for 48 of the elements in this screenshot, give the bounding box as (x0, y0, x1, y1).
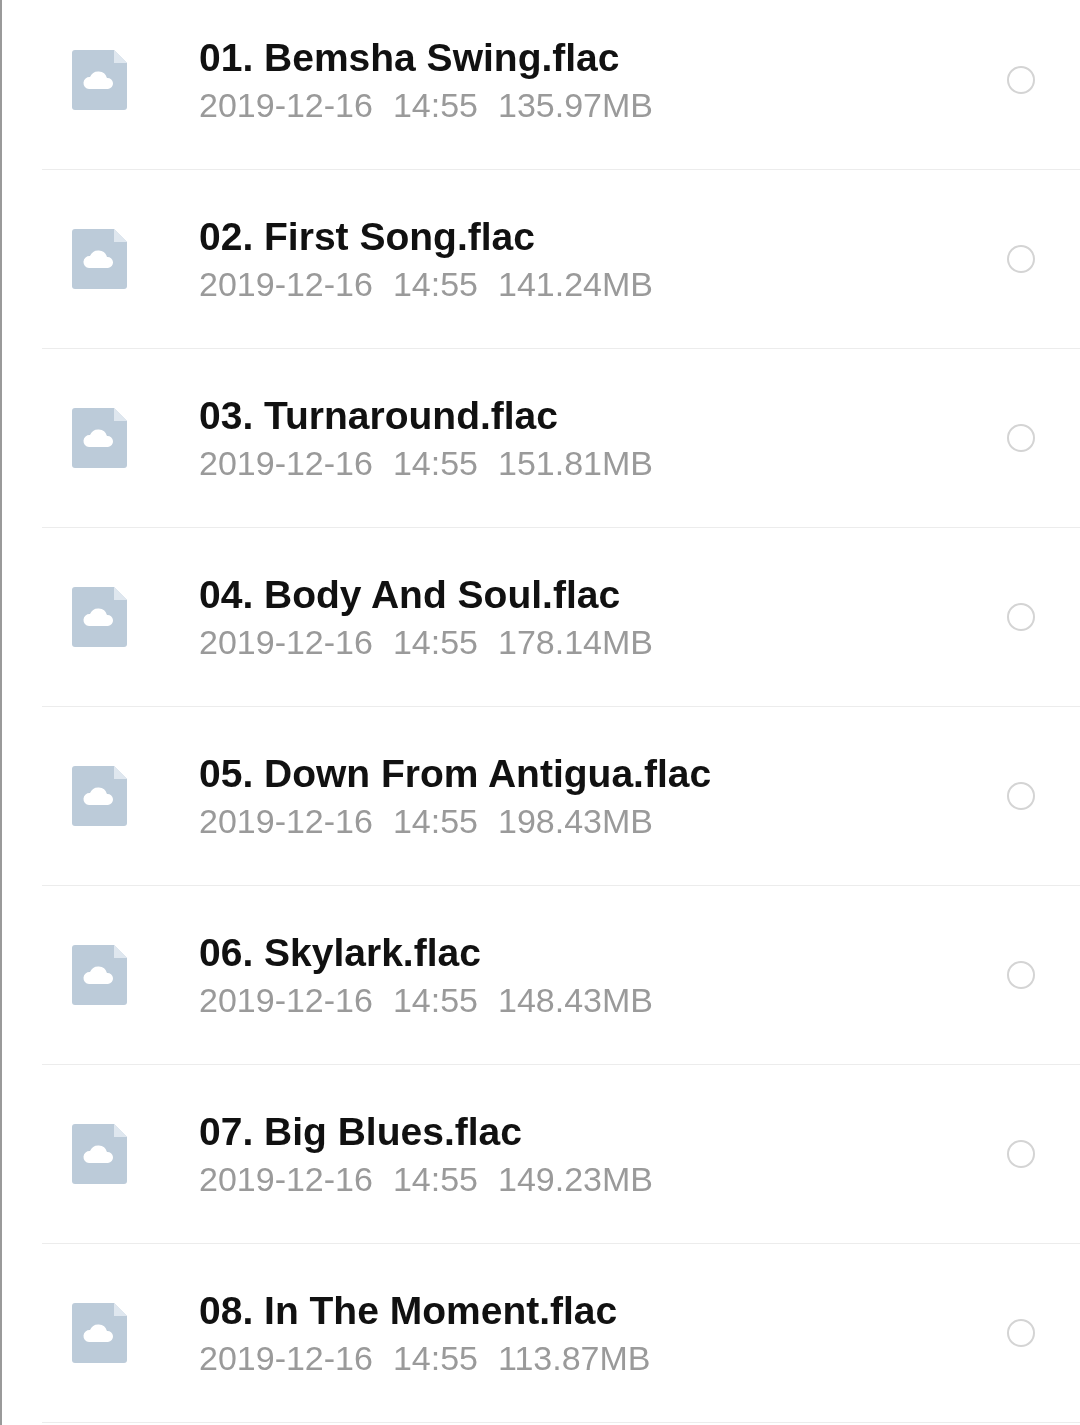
file-size: 149.23MB (498, 1159, 653, 1199)
cloud-file-icon (72, 945, 127, 1005)
file-size: 198.43MB (498, 801, 653, 841)
select-radio[interactable] (1007, 245, 1035, 273)
file-time: 14:55 (392, 443, 478, 483)
file-time: 14:55 (392, 1338, 478, 1378)
file-date: 2019-12-16 (199, 1159, 373, 1199)
file-size: 113.87MB (498, 1338, 651, 1378)
file-name: 04. Body And Soul.flac (199, 572, 622, 617)
cloud-file-icon (72, 50, 127, 110)
file-size: 151.81MB (498, 443, 653, 483)
file-name: 03. Turnaround.flac (199, 393, 559, 438)
cloud-file-icon (72, 1124, 127, 1184)
file-size: 135.97MB (498, 85, 653, 125)
cloud-file-icon (72, 229, 127, 289)
file-size: 141.24MB (498, 264, 653, 304)
file-time: 14:55 (392, 1159, 478, 1199)
cloud-file-icon (72, 766, 127, 826)
file-name: 05. Down From Antigua.flac (199, 751, 713, 796)
file-time: 14:55 (392, 980, 478, 1020)
file-date: 2019-12-16 (199, 1338, 373, 1378)
cloud-file-icon (72, 587, 127, 647)
select-radio[interactable] (1007, 1319, 1035, 1347)
file-date: 2019-12-16 (199, 622, 373, 662)
file-time: 14:55 (392, 85, 478, 125)
file-time: 14:55 (392, 622, 478, 662)
file-time: 14:55 (392, 801, 478, 841)
cloud-file-icon (72, 1303, 127, 1363)
select-radio[interactable] (1007, 424, 1035, 452)
file-name: 01. Bemsha Swing.flac (199, 35, 621, 80)
file-name: 08. In The Moment.flac (199, 1288, 619, 1333)
file-time: 14:55 (392, 264, 478, 304)
file-date: 2019-12-16 (199, 980, 373, 1020)
file-date: 2019-12-16 (199, 85, 373, 125)
file-size: 178.14MB (498, 622, 653, 662)
file-name: 02. First Song.flac (199, 214, 536, 259)
select-radio[interactable] (1007, 66, 1035, 94)
file-date: 2019-12-16 (199, 443, 373, 483)
file-date: 2019-12-16 (199, 264, 373, 304)
file-date: 2019-12-16 (199, 801, 373, 841)
file-name: 07. Big Blues.flac (199, 1109, 523, 1154)
select-radio[interactable] (1007, 961, 1035, 989)
select-radio[interactable] (1007, 603, 1035, 631)
select-radio[interactable] (1007, 782, 1035, 810)
file-size: 148.43MB (498, 980, 653, 1020)
select-radio[interactable] (1007, 1140, 1035, 1168)
file-name: 06. Skylark.flac (199, 930, 482, 975)
cloud-file-icon (72, 408, 127, 468)
